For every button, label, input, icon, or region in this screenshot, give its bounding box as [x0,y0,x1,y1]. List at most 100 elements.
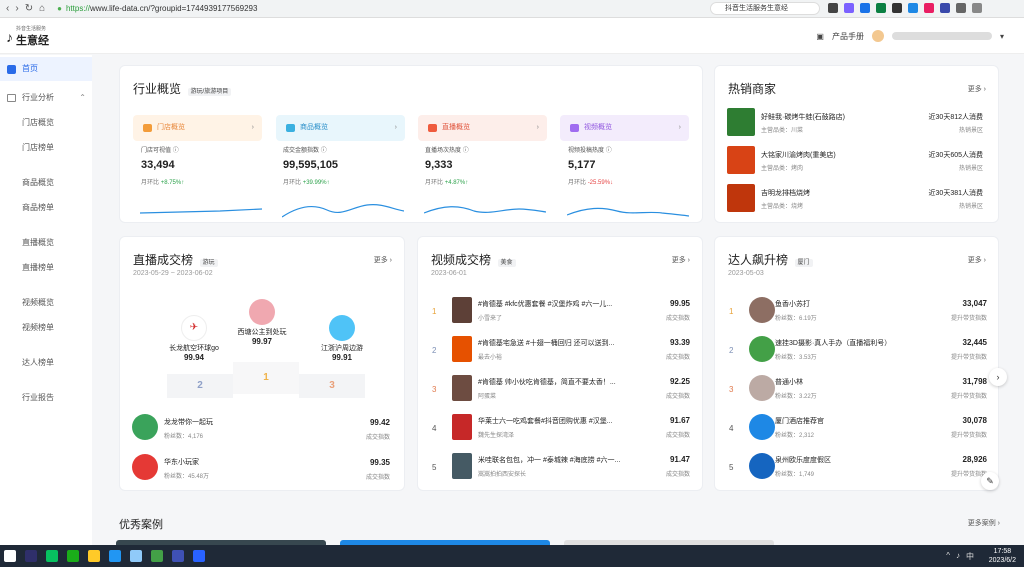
list-item[interactable]: 1 #肯德基 #kfc优惠套餐 #汉堡炸鸡 #六一儿... 小雪来了 99.95… [432,295,690,333]
rank-number: 4 [432,424,437,433]
app-icon[interactable] [130,550,142,562]
start-icon[interactable] [4,550,16,562]
list-item[interactable]: 大铭家川渝烤肉(重美店) 主营品类：烤肉 近30天605人消费 热销景区 [727,146,983,178]
list-item[interactable]: 3 普通小林 粉丝数：3.22万 31,798 提升带货指数 [729,373,987,411]
more-link[interactable]: 更多 › [672,255,690,265]
clock[interactable]: 17:58 2023/6/2 [989,547,1016,565]
more-link[interactable]: 更多 › [968,84,986,94]
rank-number: 2 [729,346,734,355]
avatar[interactable] [871,30,884,42]
info-icon[interactable]: ⓘ [606,148,612,154]
tile-video-overview[interactable]: 视频概览 › [560,115,689,141]
feedback-button[interactable]: ✎ [981,472,999,490]
info-icon[interactable]: ⓘ [321,148,327,154]
chevron-up-icon[interactable]: ^ [946,551,950,562]
fans-count: 粉丝数：3.22万 [775,394,817,400]
tile-store-overview[interactable]: 门店概览 › [133,115,262,141]
volume-icon[interactable]: ♪ [956,551,960,562]
app-icon[interactable] [172,550,184,562]
list-item[interactable]: 4 华莱士六一吃鸡套餐#抖音团购优惠 #汉堡... 魏先生探湾泽 91.67 成… [432,412,690,450]
category-tag[interactable]: 美食 [497,259,516,268]
extension-icon[interactable] [892,3,902,13]
sidebar-item-talent-rank[interactable]: 达人榜单 [0,350,92,375]
forward-icon[interactable]: › [15,3,18,14]
list-item[interactable]: 3 #肯德基 帅小伙吃肯德基，简直不要太香！... 阿蛋菜 92.25 成交指数 [432,373,690,411]
extension-icon[interactable] [844,3,854,13]
rank-number: 2 [432,346,437,355]
sidebar-item-industry-report[interactable]: 行业报告 [0,385,92,410]
sidebar-item-live-rank[interactable]: 直播榜单 [0,255,92,280]
address-bar[interactable]: ● https:// www.life-data.cn/?groupid=174… [57,2,657,15]
carousel-next-button[interactable]: › [989,368,1007,386]
sidebar-item-product-rank[interactable]: 商品榜单 [0,195,92,220]
extension-icon[interactable] [828,3,838,13]
chevron-down-icon[interactable]: ▾ [1000,32,1004,41]
more-link[interactable]: 更多 › [374,255,392,265]
streamer-score: 99.97 [251,337,273,346]
category-tag[interactable]: 游玩 [199,259,218,268]
sidebar-item-live-overview[interactable]: 直播概览 [0,230,92,255]
wechat-icon[interactable] [46,550,58,562]
undo-icon[interactable] [972,3,982,13]
score-value: 31,798 [962,377,987,386]
score-value: 32,445 [962,338,987,347]
browser-search-input[interactable]: 抖音生活服务生意经 [710,2,820,15]
info-icon[interactable]: ⓘ [463,148,469,154]
input-language[interactable]: 中 [966,551,974,562]
tile-product-overview[interactable]: 商品概览 › [276,115,405,141]
photoshop-icon[interactable] [25,550,37,562]
score-value: 93.39 [669,338,690,347]
more-link[interactable]: 更多 › [968,255,986,265]
score-label: 成交指数 [665,433,690,439]
manual-link[interactable]: 产品手册 [832,31,864,42]
extension-icon[interactable] [908,3,918,13]
reload-icon[interactable]: ↻ [25,3,33,14]
info-icon[interactable]: ⓘ [173,148,179,154]
list-item[interactable]: 5 泉州欧乐度度假区 粉丝数：1,749 28,926 提升带货指数 [729,451,987,489]
app-icon[interactable] [151,550,163,562]
app-icon[interactable] [67,550,79,562]
sidebar-item-video-overview[interactable]: 视频概览 [0,290,92,315]
sidebar-item-product-overview[interactable]: 商品概览 [0,170,92,195]
more-cases-link[interactable]: 更多案例 › [968,518,1000,528]
podium-first[interactable]: 西塘公主到处玩 99.97 [222,299,302,346]
list-item[interactable]: 2 速挂3D摄影·真人手办（直播福利号） 粉丝数：3.53万 32,445 提升… [729,334,987,372]
list-item[interactable]: 1 鱼香小苏打 粉丝数：6.19万 33,047 提升带货指数 [729,295,987,333]
rank-number: 1 [729,307,734,316]
list-item[interactable]: 4 厦门酒店推荐官 粉丝数：2,312 30,078 提升带货指数 [729,412,987,450]
sidebar-item-home[interactable]: 首页 [0,57,92,81]
sidebar-item-store-overview[interactable]: 门店概览 [0,110,92,135]
category-tag[interactable]: 厦门 [794,259,813,268]
list-item[interactable]: 好鲑我·碳烤牛蛙(石鼓路店) 主营品类：川菜 近30天812人消费 热销景区 [727,108,983,140]
logo[interactable]: ♪ 抖音生活服务 生意经 [6,25,49,48]
list-item[interactable]: 华东小玩家 粉丝数：45.48万 99.35 成交指数 [132,454,392,486]
list-item[interactable]: 5 米哇联名包包，冲一 #泰城辣 #海底捞 #六一... 嵩嵩拍拍西安探长 91… [432,451,690,489]
extension-icon[interactable] [876,3,886,13]
home-icon[interactable]: ⌂ [39,3,45,14]
browser-icon[interactable] [109,550,121,562]
folder-icon[interactable] [88,550,100,562]
date-label: 2023-06-01 [431,270,467,277]
avatar [749,297,775,323]
manual-icon[interactable]: ▣ [816,32,824,41]
extension-icon[interactable] [860,3,870,13]
sidebar-group-industry[interactable]: 行业分析 ⌃ [0,86,92,110]
extension-icon[interactable] [940,3,950,13]
podium-third[interactable]: 江浙沪周边游 99.91 [302,315,382,362]
more-label: 更多 [671,257,686,264]
metric-store: 门店可视值 ⓘ 33,494 月环比 +8.75%↑ [141,145,271,186]
back-icon[interactable]: ‹ [6,3,9,14]
list-item[interactable]: 龙龙带你一起玩 粉丝数：4,176 99.42 成交指数 [132,414,392,446]
list-item[interactable]: 吉明龙排档烧烤 主营品类：烧烤 近30天381人消费 热销景区 [727,184,983,216]
account-name-blurred[interactable] [891,32,992,40]
extension-icon[interactable] [924,3,934,13]
category-tag[interactable]: 游玩/旅游项目 [187,88,232,97]
download-icon[interactable] [956,3,966,13]
sidebar-item-video-rank[interactable]: 视频榜单 [0,315,92,340]
fans-count: 粉丝数：3.53万 [775,355,817,361]
sidebar-item-store-rank[interactable]: 门店榜单 [0,135,92,160]
tile-live-overview[interactable]: 直播概览 › [418,115,547,141]
app-icon[interactable] [193,550,205,562]
podium-second[interactable]: ✈ 长龙航空环球go 99.94 [156,315,232,362]
list-item[interactable]: 2 #肯德基宅急送 #十翅一桶回归 还可以送到... 最去小裕 93.39 成交… [432,334,690,372]
